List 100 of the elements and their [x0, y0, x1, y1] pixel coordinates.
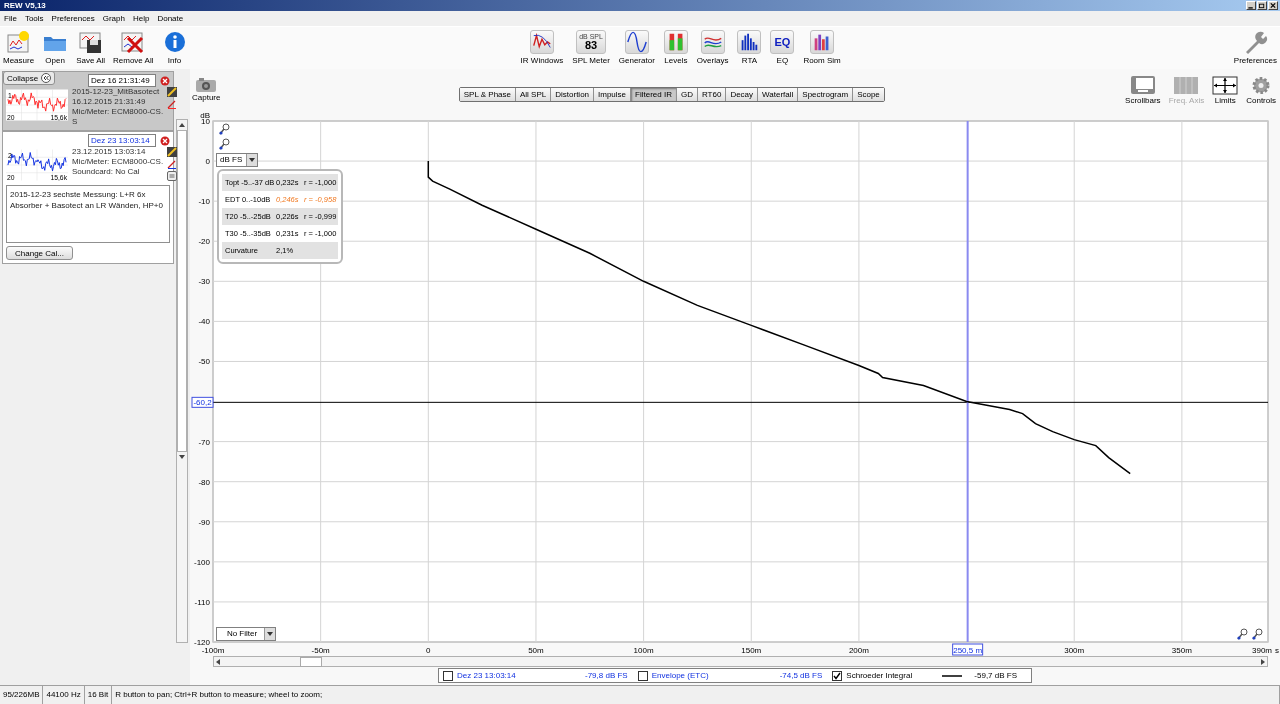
status-text: 16 Bit [84, 686, 113, 704]
measurement-info: 16.12.2015 21:31:49 [72, 97, 147, 107]
notes-field[interactable]: 2015-12-23 sechste Messung: L+R 6x Absorber + Basotect an LR Wänden, HP+0 [6, 185, 170, 243]
checkbox[interactable] [443, 670, 453, 681]
menu-item[interactable]: Tools [20, 14, 48, 23]
checkbox[interactable] [637, 670, 648, 681]
up-arrow-icon[interactable] [178, 121, 186, 129]
zoom-icon[interactable] [1252, 628, 1264, 640]
graph-tab[interactable]: Spectrogram [798, 88, 854, 101]
left-arrow-icon[interactable] [214, 657, 222, 666]
scrollbar-window-icon [1129, 74, 1156, 96]
change-cal-button[interactable]: Change Cal... [6, 246, 73, 260]
axis-label: -20 [198, 237, 210, 247]
axis-label: 10 [201, 117, 210, 126]
toolbar-button[interactable]: Info [158, 30, 191, 65]
toolbar-button[interactable]: Save All [73, 30, 109, 65]
restore-button[interactable] [1257, 1, 1267, 10]
axis-label: -100 [194, 557, 210, 567]
axis-label: -40 [198, 317, 210, 327]
zoom-icon[interactable] [1237, 628, 1249, 640]
axis-label: -50 [198, 357, 210, 367]
toolbar-button[interactable]: Remove All [110, 30, 157, 65]
axis-label: 0 [205, 157, 210, 167]
menu-item[interactable]: File [0, 14, 21, 23]
toolbar-button[interactable]: Generator [615, 30, 658, 65]
collapse-button[interactable]: Collapse [3, 71, 56, 85]
remove-icon[interactable] [160, 75, 170, 86]
axis-label: 200m [848, 646, 869, 655]
overlay-curves-icon [700, 30, 725, 54]
minimize-button[interactable] [1246, 1, 1256, 10]
checkbox[interactable] [832, 670, 843, 681]
measurement-name-field[interactable]: Dez 16 21:31:49 [88, 74, 156, 87]
axis-label: 300m [1064, 646, 1085, 655]
close-icon [1269, 2, 1277, 9]
axis-label: -10 [198, 197, 210, 207]
toolbar-button[interactable]: EQ EQ [767, 30, 798, 65]
filter-dropdown[interactable]: No Filter [216, 627, 276, 641]
legend-label: Schroeder Integral [846, 671, 914, 680]
zoom-icon[interactable] [219, 138, 231, 150]
sine-wave-icon [624, 30, 649, 54]
window-title: REW V5,13 [4, 1, 46, 10]
scroll-thumb[interactable] [300, 657, 322, 667]
measurement-info: 23.12.2015 13:03:14 [72, 147, 147, 157]
toolbar-button[interactable]: Preferences [1230, 30, 1280, 65]
right-arrow-icon[interactable] [1259, 657, 1267, 666]
graph-tool-button[interactable]: Limits [1210, 74, 1241, 105]
status-text: R button to pan; Ctrl+R button to measure; wheel to zoom; [112, 686, 1280, 704]
measurement-info: 2015-12-23_MitBasotect [72, 87, 161, 97]
legend-value: -59,7 dB FS [974, 671, 1017, 680]
vertical-scrollbar[interactable] [176, 119, 188, 643]
graph-tab[interactable]: Decay [726, 88, 759, 101]
graph-tab[interactable]: Filtered IR [631, 88, 677, 101]
cursor-line[interactable] [212, 401, 1269, 403]
toolbar-button[interactable]: Room Sim [800, 30, 844, 65]
capture-button[interactable]: Capture [190, 69, 221, 102]
toolbar-button[interactable]: IR Windows [517, 30, 567, 65]
graph-tool-button[interactable]: Controls [1244, 74, 1278, 105]
axis-label: -90 [198, 517, 210, 527]
graph-tab[interactable]: Distortion [551, 88, 595, 101]
scroll-thumb[interactable] [177, 130, 187, 452]
graph-tab[interactable]: GD [676, 88, 698, 101]
impulse-window-icon [529, 30, 554, 54]
axis-label: -50m [311, 646, 330, 655]
graph-tab[interactable]: SPL & Phase [459, 88, 516, 101]
remove-icon[interactable] [160, 135, 170, 146]
notes-icon[interactable] [167, 171, 178, 181]
axis-label: 0 [426, 646, 431, 655]
measurement-info: Mic/Meter: ECM8000-CS. [72, 107, 164, 117]
close-button[interactable] [1268, 1, 1278, 10]
status-text: 44100 Hz [43, 686, 85, 704]
measurement-name-field[interactable]: Dez 23 13:03:14 [88, 134, 156, 147]
graph-sun-icon [5, 30, 32, 54]
restore-icon [1258, 2, 1266, 9]
graph-tab[interactable]: Scope [853, 88, 884, 101]
toolbar-button[interactable]: Levels [660, 30, 691, 65]
menu-item[interactable]: Graph [98, 14, 129, 23]
graph-tab[interactable]: All SPL [516, 88, 552, 101]
graph-tab[interactable]: Impulse [594, 88, 632, 101]
down-arrow-icon[interactable] [178, 453, 186, 461]
menu-item[interactable]: Help [128, 14, 154, 23]
toolbar-button[interactable]: RTA [734, 30, 765, 65]
colored-bars-icon [810, 30, 835, 54]
unit-dropdown[interactable]: dB FS [216, 153, 258, 167]
zoom-icon[interactable] [219, 123, 231, 135]
toolbar-button[interactable]: Open [39, 30, 72, 65]
axis-unit: s [1275, 646, 1279, 655]
measurement-info: Mic/Meter: ECM8000-CS. [72, 157, 164, 167]
legend-label: Dez 23 13:03:14 [457, 671, 517, 680]
cursor-value: 250,5 m [952, 643, 984, 656]
graph-tab[interactable]: RT60 [697, 88, 727, 101]
menu-item[interactable]: Donate [153, 14, 188, 23]
axis-label: -110 [194, 597, 210, 607]
menu-item[interactable]: Preferences [47, 14, 99, 23]
eq-badge: EQ [770, 30, 795, 54]
graph-tab[interactable]: Waterfall [758, 88, 799, 101]
toolbar-button[interactable]: Overlays [693, 30, 732, 65]
graph-tool-button[interactable]: Scrollbars [1123, 74, 1163, 105]
toolbar-button[interactable]: Measure [0, 30, 38, 65]
horizontal-scrollbar[interactable] [213, 656, 1268, 667]
legend-label: Envelope (ETC) [651, 671, 710, 680]
